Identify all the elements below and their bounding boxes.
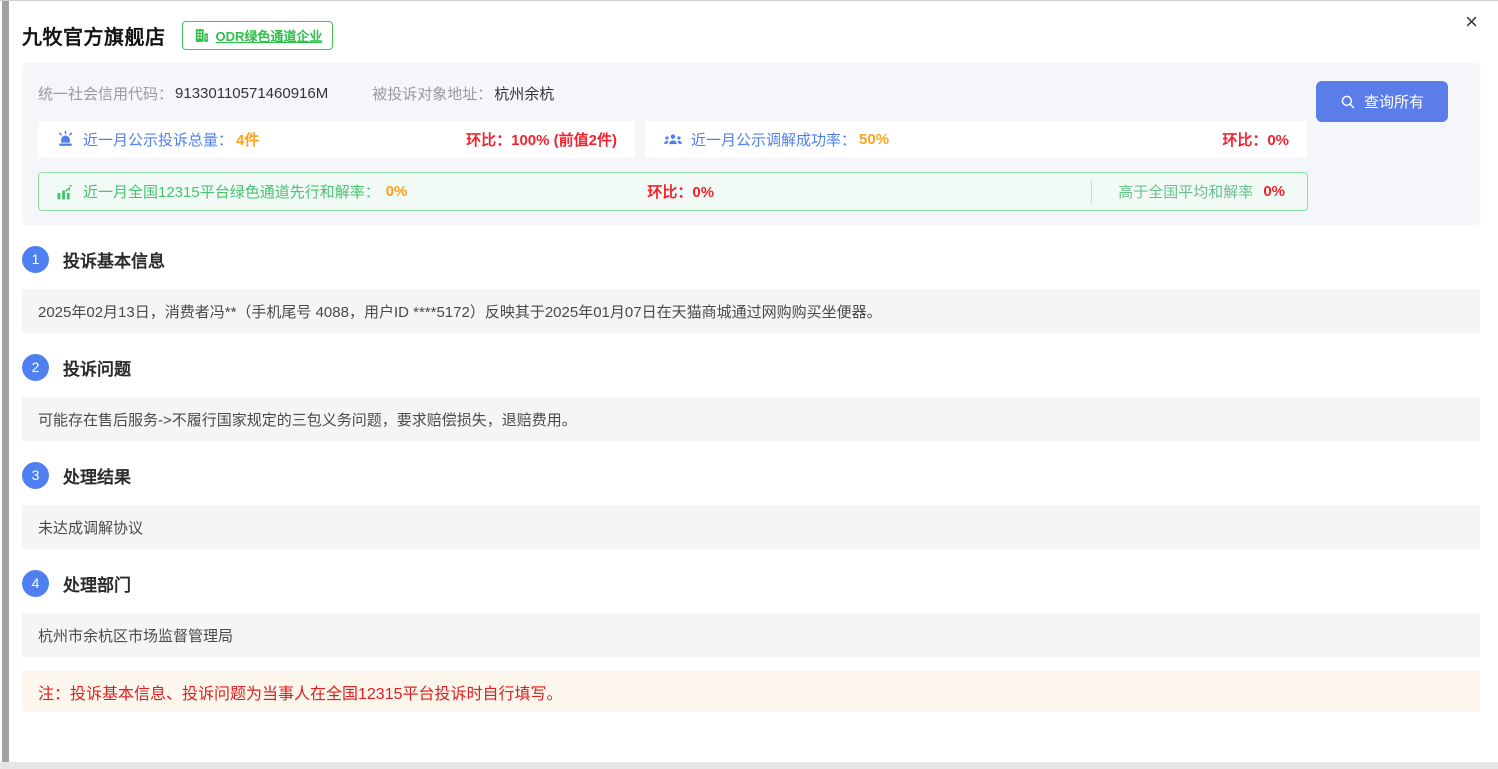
section-1-title: 投诉基本信息 xyxy=(63,247,165,272)
odr-green-channel-badge[interactable]: ODR绿色通道企业 xyxy=(182,21,334,50)
green-channel-value: 0% xyxy=(386,183,408,200)
section-1-number-badge: 1 xyxy=(22,246,49,273)
query-all-button[interactable]: 查询所有 xyxy=(1316,81,1448,122)
section-1-header: 1 投诉基本信息 xyxy=(22,245,1476,273)
section-3-header: 3 处理结果 xyxy=(22,461,1476,489)
mediation-rate-value: 50% xyxy=(859,131,889,148)
section-4-content: 杭州市余杭区市场监督管理局 xyxy=(22,613,1480,657)
bottom-scrollbar[interactable] xyxy=(0,762,1498,769)
complaint-total-value: 4件 xyxy=(236,129,259,150)
vertical-divider xyxy=(1091,181,1092,203)
mediation-rate-mom: 环比：0% xyxy=(1222,129,1289,150)
green-channel-mom: 环比：0% xyxy=(647,181,714,202)
section-3-number-badge: 3 xyxy=(22,462,49,489)
green-channel-label: 近一月全国12315平台绿色通道先行和解率： xyxy=(83,181,380,202)
credit-code-label: 统一社会信用代码： xyxy=(38,83,173,104)
building-icon xyxy=(193,27,210,44)
complaint-detail-modal: { "header": { "title": "九牧官方旗舰店", "badge… xyxy=(0,0,1498,769)
credit-code-value: 91330110571460916M xyxy=(175,85,328,102)
trend-chart-icon xyxy=(55,182,75,202)
stat-cards-row: 近一月公示投诉总量： 4件 环比：100% (前值2件) 近一月公示调解成功率：… xyxy=(38,121,1464,158)
complaint-total-card: 近一月公示投诉总量： 4件 环比：100% (前值2件) xyxy=(38,121,635,158)
section-3-title: 处理结果 xyxy=(63,463,131,488)
address-value: 杭州余杭 xyxy=(494,83,554,104)
mediation-rate-label: 近一月公示调解成功率： xyxy=(691,129,856,150)
address-label: 被投诉对象地址： xyxy=(372,83,492,104)
page-title: 九牧官方旗舰店 xyxy=(22,21,166,50)
section-2-number-badge: 2 xyxy=(22,354,49,381)
green-channel-bar: 近一月全国12315平台绿色通道先行和解率： 0% 环比：0% 高于全国平均和解… xyxy=(38,172,1308,211)
summary-panel: 统一社会信用代码： 91330110571460916M 被投诉对象地址： 杭州… xyxy=(22,63,1480,225)
search-icon xyxy=(1340,94,1356,110)
section-2-content: 可能存在售后服务->不履行国家规定的三包义务问题，要求赔偿损失，退赔费用。 xyxy=(22,397,1480,441)
mediation-rate-card: 近一月公示调解成功率： 50% 环比：0% xyxy=(645,121,1307,158)
close-icon[interactable]: × xyxy=(1465,11,1478,33)
footer-note: 注：投诉基本信息、投诉问题为当事人在全国12315平台投诉时自行填写。 xyxy=(22,671,1480,712)
badge-label: ODR绿色通道企业 xyxy=(216,26,323,45)
green-channel-compare: 高于全国平均和解率 0% xyxy=(1091,181,1291,203)
compare-value: 0% xyxy=(1263,183,1285,200)
siren-icon xyxy=(56,130,75,149)
left-scrollbar[interactable] xyxy=(2,1,9,763)
section-1-content: 2025年02月13日，消费者冯**（手机尾号 4088，用户ID ****51… xyxy=(22,289,1480,333)
section-4-title: 处理部门 xyxy=(63,571,131,596)
section-4-number-badge: 4 xyxy=(22,570,49,597)
modal-header: 九牧官方旗舰店 ODR绿色通道企业 xyxy=(0,1,1498,55)
section-4-header: 4 处理部门 xyxy=(22,569,1476,597)
complaint-total-mom: 环比：100% (前值2件) xyxy=(466,129,617,150)
section-2-header: 2 投诉问题 xyxy=(22,353,1476,381)
section-3-content: 未达成调解协议 xyxy=(22,505,1480,549)
section-2-title: 投诉问题 xyxy=(63,355,131,380)
team-icon xyxy=(663,130,683,150)
query-all-label: 查询所有 xyxy=(1364,91,1424,112)
complaint-total-label: 近一月公示投诉总量： xyxy=(83,129,233,150)
compare-label: 高于全国平均和解率 xyxy=(1118,181,1253,202)
entity-info-row: 统一社会信用代码： 91330110571460916M 被投诉对象地址： 杭州… xyxy=(38,81,1464,105)
